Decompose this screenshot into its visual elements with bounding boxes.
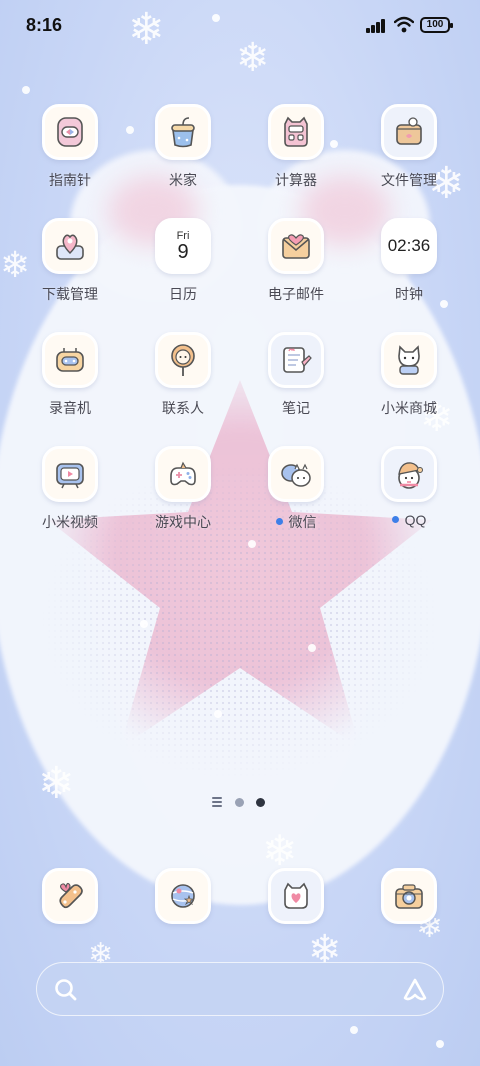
file-manager-icon [381,104,437,160]
app-download-manager[interactable]: 下载管理 [14,218,126,304]
app-mi-video[interactable]: 小米视频 [14,446,126,532]
app-label: 微信 [240,512,352,532]
app-notes[interactable]: 笔记 [240,332,352,418]
page-menu-icon [212,797,222,809]
calculator-icon [268,104,324,160]
page-indicator[interactable] [212,797,272,807]
snow-dot [214,710,222,718]
snow-dot [308,644,316,652]
dock-phone[interactable] [14,868,126,924]
snow-dot [436,1040,444,1048]
dock-messages[interactable] [240,868,352,924]
camera-icon [381,868,437,924]
app-label: 计算器 [275,172,317,188]
app-contacts[interactable]: 联系人 [127,332,239,418]
app-label: 文件管理 [381,172,437,188]
assistant-icon[interactable] [401,976,429,1004]
signal-icon [366,19,388,33]
wechat-icon [268,446,324,502]
app-game-center[interactable]: 游戏中心 [127,446,239,532]
app-label: 笔记 [282,400,310,416]
compass-icon [42,104,98,160]
status-bar: 8:16 100 [0,0,480,52]
status-time: 8:16 [26,15,63,35]
app-label: 电子邮件 [268,286,324,302]
calendar-weekday: Fri [176,229,190,242]
app-email[interactable]: 电子邮件 [240,218,352,304]
search-bar[interactable] [36,962,444,1016]
app-label: 小米视频 [42,514,98,530]
snowflake-icon: ❄ [38,758,75,809]
page-dot-active [256,798,265,807]
app-file-manager[interactable]: 文件管理 [353,104,465,190]
app-mijia[interactable]: 米家 [127,104,239,190]
app-wechat[interactable]: 微信 [240,446,352,532]
app-mi-store[interactable]: 小米商城 [353,332,465,418]
contacts-icon [155,332,211,388]
app-label: 联系人 [162,400,204,416]
app-label: 日历 [169,286,197,302]
game-center-icon [155,446,211,502]
mi-video-icon [42,446,98,502]
new-content-dot [391,516,399,523]
app-clock[interactable]: 02:36 时钟 [353,218,465,304]
snow-dot [350,1026,358,1034]
clock-icon: 02:36 [381,218,437,274]
messages-icon [268,868,324,924]
app-recorder[interactable]: 录音机 [14,332,126,418]
clock-time: 02:36 [387,236,431,255]
calendar-day: 9 [177,240,189,263]
download-manager-icon [42,218,98,274]
phone-icon [42,868,98,924]
app-label: 游戏中心 [155,514,211,530]
browser-icon [155,868,211,924]
dock-camera[interactable] [353,868,465,924]
app-qq[interactable]: QQ [353,446,465,528]
app-label: 小米商城 [381,400,437,416]
email-icon [268,218,324,274]
app-label: 米家 [169,172,197,188]
app-label: 下载管理 [42,286,98,302]
recorder-icon [42,332,98,388]
new-content-dot [275,518,283,525]
app-compass[interactable]: 指南针 [14,104,126,190]
qq-icon [381,446,437,502]
calendar-icon: Fri 9 [155,218,211,274]
snow-dot [140,620,148,628]
app-label: 时钟 [395,286,423,302]
app-label: 录音机 [49,400,91,416]
notes-icon [268,332,324,388]
battery-icon: 100 [420,17,453,33]
snow-dot [22,86,30,94]
snowflake-icon: ❄ [262,826,298,875]
wifi-icon [394,16,414,33]
app-label: QQ [353,512,465,528]
app-calendar[interactable]: Fri 9 日历 [127,218,239,304]
dock-browser[interactable] [127,868,239,924]
search-icon [55,979,77,1001]
page-dot [235,798,244,807]
app-calculator[interactable]: 计算器 [240,104,352,190]
mi-store-icon [381,332,437,388]
snow-dot [248,540,256,548]
app-label: 指南针 [49,172,91,188]
mijia-icon [155,104,211,160]
